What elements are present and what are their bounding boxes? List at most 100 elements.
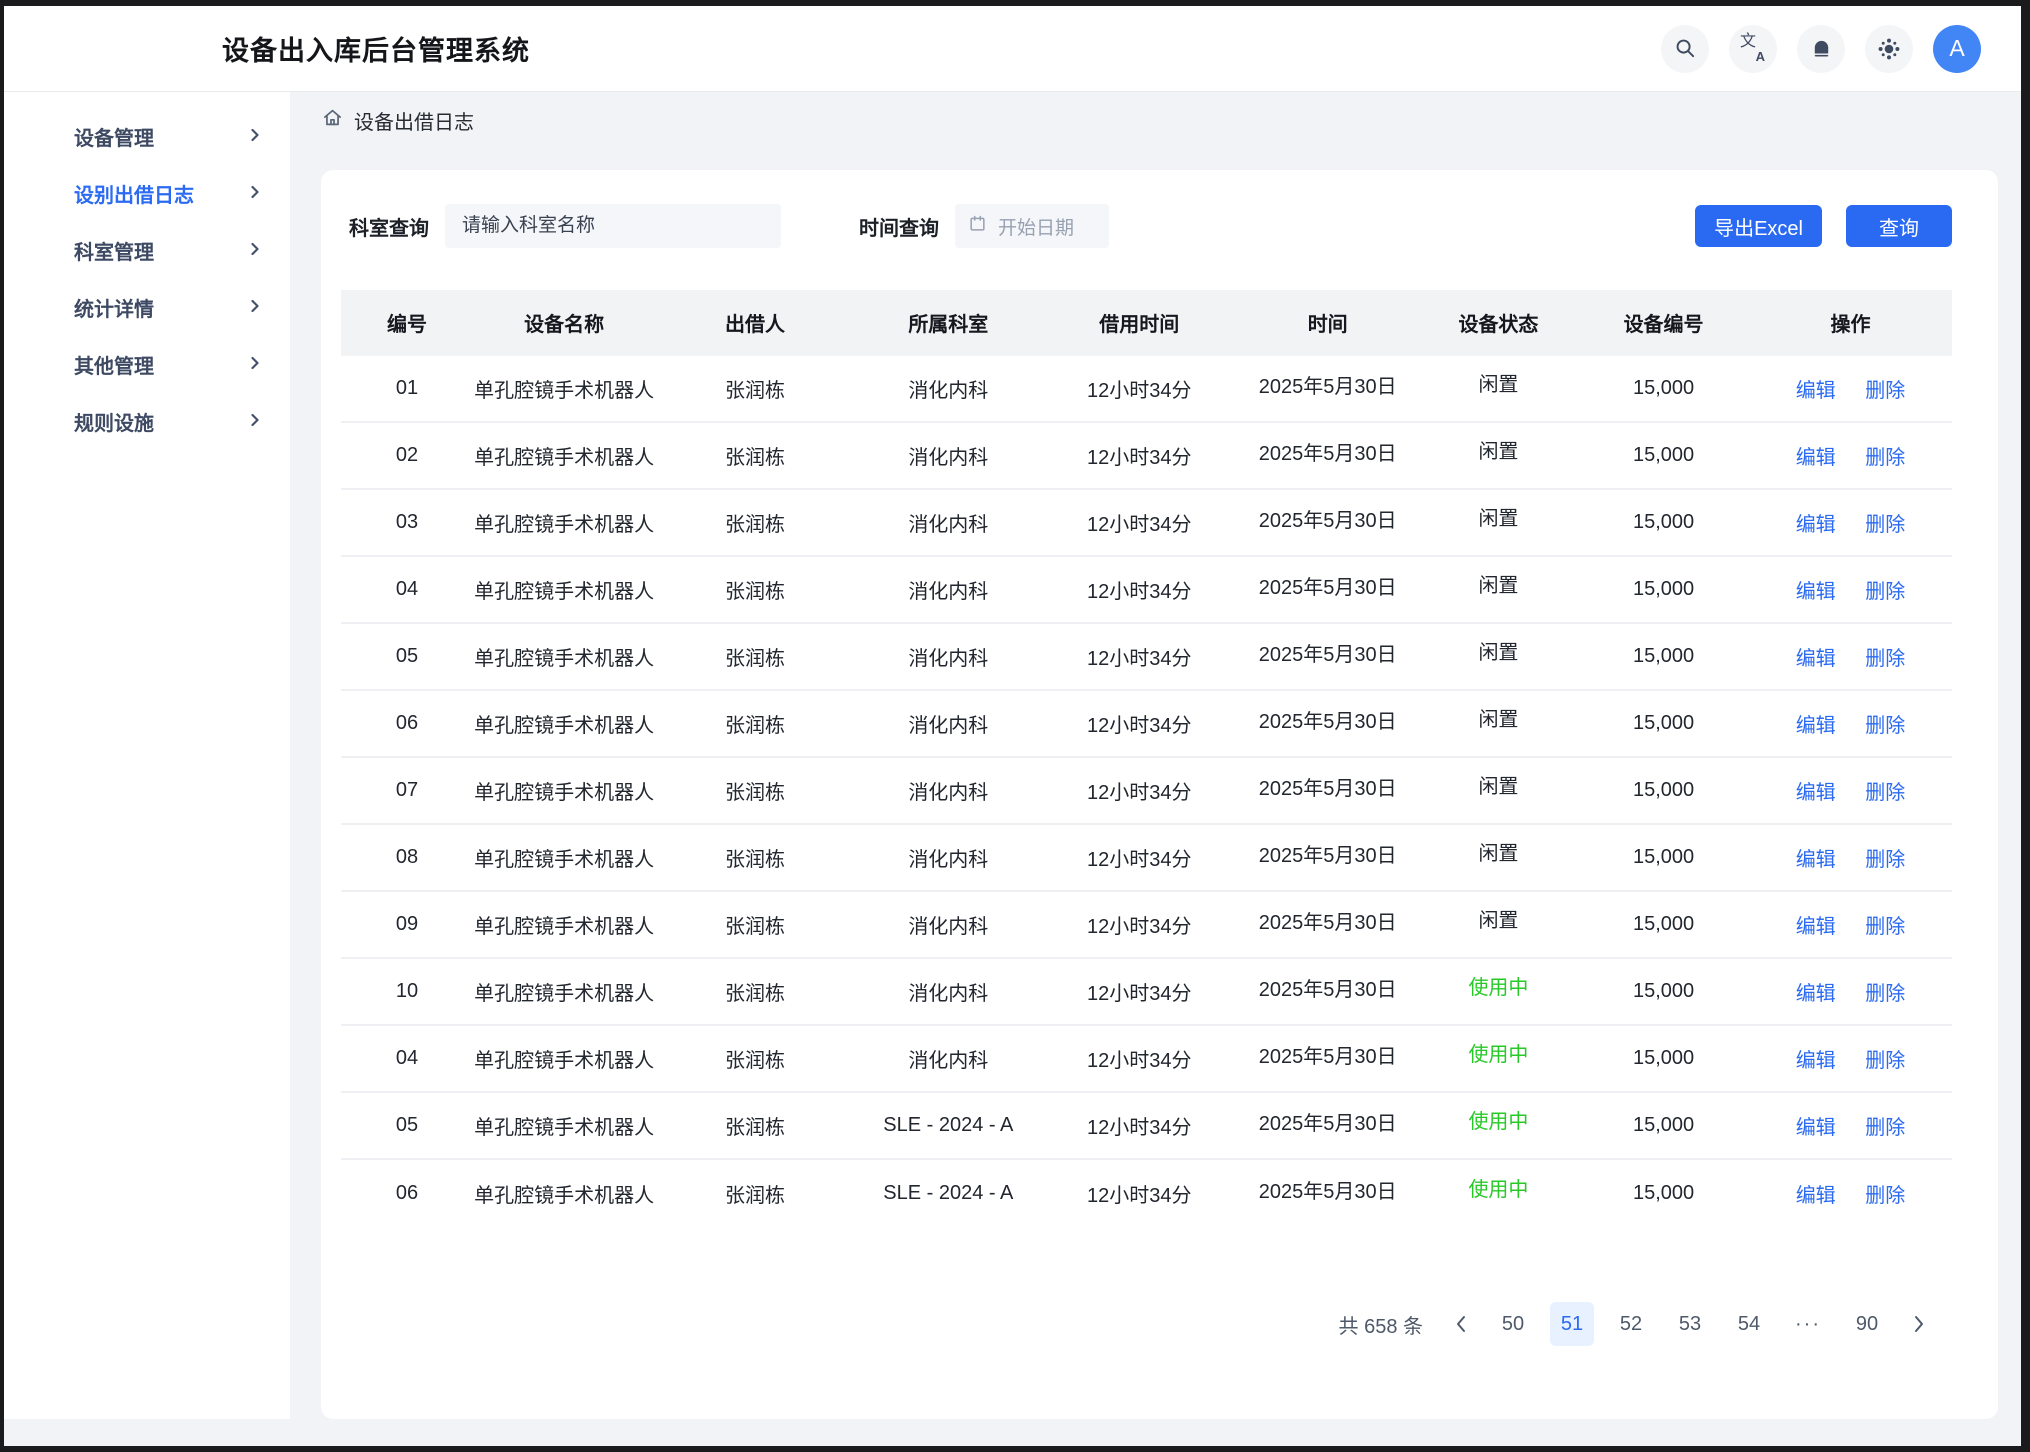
table-body: 01 单孔腔镜手术机器人 张润栋 消化内科 12小时34分 2025年5月30日… (341, 355, 1952, 1226)
export-excel-button[interactable]: 导出Excel (1695, 205, 1822, 247)
delete-link[interactable]: 删除 (1865, 715, 1905, 737)
pagination-page-53[interactable]: 53 (1668, 1302, 1712, 1346)
cell-device-no: 15,000 (1578, 1025, 1749, 1092)
cell-device-name: 单孔腔镜手术机器人 (473, 757, 655, 824)
column-device-no: 设备编号 (1578, 290, 1749, 355)
cell-department: SLE - 2024 - A (855, 1159, 1042, 1226)
cell-device-name: 单孔腔镜手术机器人 (473, 623, 655, 690)
cell-id: 05 (341, 623, 473, 690)
sidebar-item-label: 科室管理 (74, 236, 250, 265)
query-button[interactable]: 查询 (1846, 205, 1952, 247)
sidebar-item-2[interactable]: 科室管理 (4, 222, 290, 279)
cell-device-name: 单孔腔镜手术机器人 (473, 1025, 655, 1092)
cell-time: 2025年5月30日 (1237, 690, 1419, 757)
cell-device-name: 单孔腔镜手术机器人 (473, 489, 655, 556)
cell-device-status: 闲置 (1419, 824, 1578, 891)
cell-device-no: 15,000 (1578, 891, 1749, 958)
edit-link[interactable]: 编辑 (1796, 581, 1836, 603)
edit-link[interactable]: 编辑 (1796, 514, 1836, 536)
cell-lender: 张润栋 (655, 355, 855, 422)
pagination-page-54[interactable]: 54 (1727, 1302, 1771, 1346)
breadcrumb[interactable]: 设备出借日志 (321, 106, 1998, 135)
cell-borrow-duration: 12小时34分 (1042, 958, 1237, 1025)
delete-link[interactable]: 删除 (1865, 782, 1905, 804)
sidebar-item-5[interactable]: 规则设施 (4, 393, 290, 450)
delete-link[interactable]: 删除 (1865, 380, 1905, 402)
pagination-total: 共 658 条 (1339, 1310, 1423, 1339)
cell-actions: 编辑 删除 (1749, 958, 1952, 1025)
delete-link[interactable]: 删除 (1865, 447, 1905, 469)
cell-device-name: 单孔腔镜手术机器人 (473, 1092, 655, 1159)
edit-link[interactable]: 编辑 (1796, 782, 1836, 804)
delete-link[interactable]: 删除 (1865, 916, 1905, 938)
edit-link[interactable]: 编辑 (1796, 983, 1836, 1005)
delete-link[interactable]: 删除 (1865, 849, 1905, 871)
delete-link[interactable]: 删除 (1865, 983, 1905, 1005)
cell-id: 10 (341, 958, 473, 1025)
cell-device-name: 单孔腔镜手术机器人 (473, 824, 655, 891)
edit-link[interactable]: 编辑 (1796, 1050, 1836, 1072)
edit-link[interactable]: 编辑 (1796, 916, 1836, 938)
search-button[interactable] (1661, 25, 1709, 73)
sidebar-item-3[interactable]: 统计详情 (4, 279, 290, 336)
cell-device-status: 闲置 (1419, 623, 1578, 690)
table-row: 06 单孔腔镜手术机器人 张润栋 消化内科 12小时34分 2025年5月30日… (341, 690, 1952, 757)
edit-link[interactable]: 编辑 (1796, 1185, 1836, 1207)
pagination-next-button[interactable] (1904, 1302, 1934, 1346)
cell-device-status: 闲置 (1419, 355, 1578, 422)
cell-department: 消化内科 (855, 824, 1042, 891)
delete-link[interactable]: 删除 (1865, 581, 1905, 603)
calendar-icon (968, 214, 987, 238)
cell-time: 2025年5月30日 (1237, 891, 1419, 958)
cell-department: 消化内科 (855, 355, 1042, 422)
cell-borrow-duration: 12小时34分 (1042, 824, 1237, 891)
table-row: 01 单孔腔镜手术机器人 张润栋 消化内科 12小时34分 2025年5月30日… (341, 355, 1952, 422)
translate-button[interactable]: 文 A (1729, 25, 1777, 73)
start-date-picker[interactable]: 开始日期 (955, 204, 1109, 248)
sidebar-item-label: 统计详情 (74, 293, 250, 322)
time-query-group: 时间查询 开始日期 (859, 204, 1109, 248)
sidebar-item-4[interactable]: 其他管理 (4, 336, 290, 393)
cell-id: 04 (341, 556, 473, 623)
sidebar-item-0[interactable]: 设备管理 (4, 108, 290, 165)
delete-link[interactable]: 删除 (1865, 1117, 1905, 1139)
notification-button[interactable] (1797, 25, 1845, 73)
edit-link[interactable]: 编辑 (1796, 648, 1836, 670)
user-avatar[interactable]: A (1933, 25, 1981, 73)
delete-link[interactable]: 删除 (1865, 648, 1905, 670)
pagination-page-52[interactable]: 52 (1609, 1302, 1653, 1346)
pagination-page-51[interactable]: 51 (1550, 1302, 1594, 1346)
translate-icon: 文 A (1740, 36, 1766, 62)
cell-time: 2025年5月30日 (1237, 489, 1419, 556)
edit-link[interactable]: 编辑 (1796, 849, 1836, 871)
chevron-right-icon (250, 296, 260, 319)
cell-borrow-duration: 12小时34分 (1042, 757, 1237, 824)
edit-link[interactable]: 编辑 (1796, 380, 1836, 402)
edit-link[interactable]: 编辑 (1796, 715, 1836, 737)
cell-device-no: 15,000 (1578, 355, 1749, 422)
sidebar-item-1[interactable]: 设别出借日志 (4, 165, 290, 222)
cell-lender: 张润栋 (655, 623, 855, 690)
settings-button[interactable] (1865, 25, 1913, 73)
dept-search-input[interactable] (445, 204, 781, 248)
table-row: 10 单孔腔镜手术机器人 张润栋 消化内科 12小时34分 2025年5月30日… (341, 958, 1952, 1025)
delete-link[interactable]: 删除 (1865, 1050, 1905, 1072)
table-row: 03 单孔腔镜手术机器人 张润栋 消化内科 12小时34分 2025年5月30日… (341, 489, 1952, 556)
cell-id: 08 (341, 824, 473, 891)
pagination-page-50[interactable]: 50 (1491, 1302, 1535, 1346)
cell-device-no: 15,000 (1578, 489, 1749, 556)
cell-department: 消化内科 (855, 1025, 1042, 1092)
cell-department: 消化内科 (855, 422, 1042, 489)
delete-link[interactable]: 删除 (1865, 1185, 1905, 1207)
pagination-page-90[interactable]: 90 (1845, 1302, 1889, 1346)
main-content: 设备出借日志 科室查询 时间查询 (290, 92, 2021, 1419)
delete-link[interactable]: 删除 (1865, 514, 1905, 536)
cell-time: 2025年5月30日 (1237, 355, 1419, 422)
table-row: 04 单孔腔镜手术机器人 张润栋 消化内科 12小时34分 2025年5月30日… (341, 1025, 1952, 1092)
edit-link[interactable]: 编辑 (1796, 1117, 1836, 1139)
cell-device-no: 15,000 (1578, 422, 1749, 489)
pagination-prev-button[interactable] (1446, 1302, 1476, 1346)
edit-link[interactable]: 编辑 (1796, 447, 1836, 469)
cell-device-status: 使用中 (1419, 1159, 1578, 1226)
cell-time: 2025年5月30日 (1237, 757, 1419, 824)
